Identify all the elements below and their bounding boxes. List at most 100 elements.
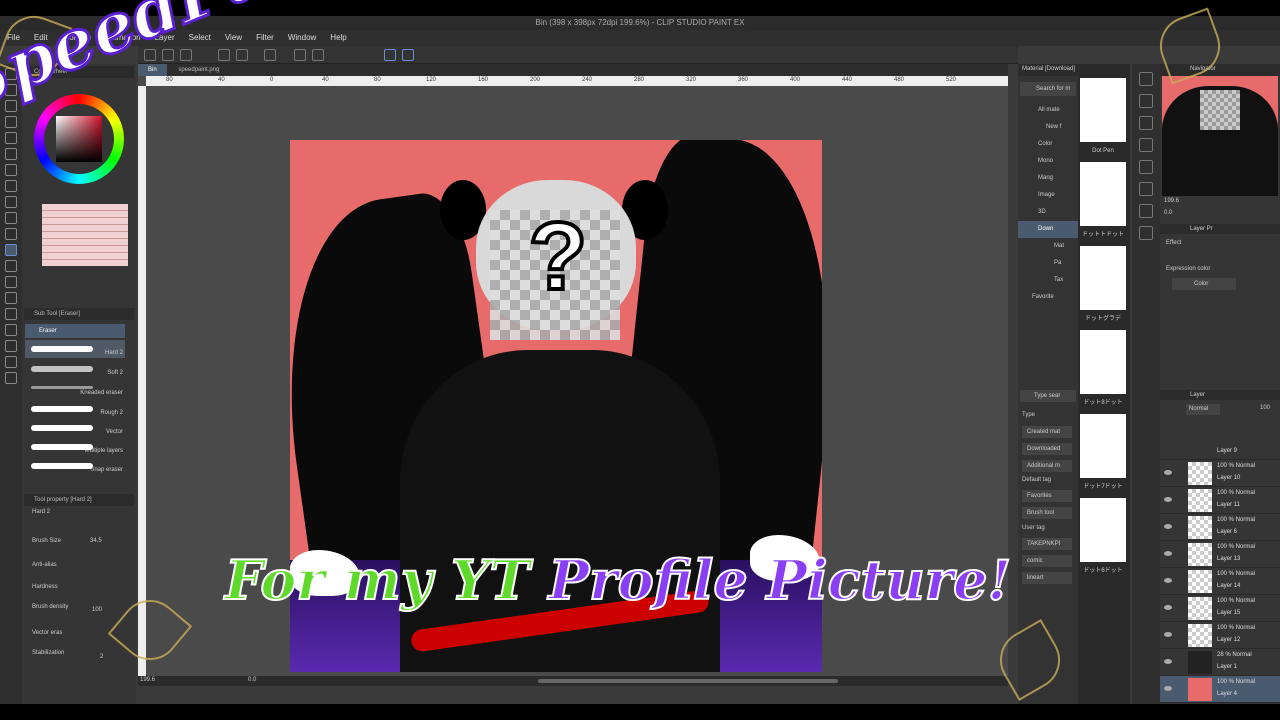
expression-color-label: Expression color xyxy=(1166,266,1211,272)
material-thumb[interactable]: Dot Pen xyxy=(1080,78,1126,154)
layer-row[interactable]: 100 % Normal Layer 12 xyxy=(1160,622,1280,649)
material-tree-item[interactable]: Image xyxy=(1018,187,1078,204)
material-tree-item[interactable]: Favorite xyxy=(1018,289,1078,306)
eye-icon[interactable] xyxy=(1164,632,1172,637)
material-tree-item[interactable]: Down xyxy=(1018,221,1078,238)
material-thumb[interactable]: ドット7ドット xyxy=(1080,414,1126,490)
type-downloaded-button[interactable]: Downloaded xyxy=(1022,443,1072,455)
material-tree-item[interactable]: Tax xyxy=(1018,272,1078,289)
layer-row[interactable]: 28 % Normal Layer 1 xyxy=(1160,649,1280,676)
blend-tool-icon[interactable] xyxy=(5,260,17,272)
material-tree-item[interactable]: Pa xyxy=(1018,255,1078,272)
tag-favorites[interactable]: Favorites xyxy=(1022,490,1072,502)
material-tree-item[interactable]: Color xyxy=(1018,136,1078,153)
subtool-item[interactable]: Vector xyxy=(25,419,125,437)
eye-icon[interactable] xyxy=(1164,686,1172,691)
blend-mode-select[interactable]: Normal xyxy=(1186,404,1220,415)
eye-icon[interactable] xyxy=(1164,605,1172,610)
layer-row[interactable]: 100 % Normal Layer 11 xyxy=(1160,487,1280,514)
panel-toggle-icon[interactable] xyxy=(1139,138,1153,152)
layer-panel-title: Layer xyxy=(1160,390,1280,400)
eye-icon[interactable] xyxy=(1164,659,1172,664)
angle-readout[interactable]: 0.0 xyxy=(248,677,256,683)
text-tool-icon[interactable] xyxy=(5,356,17,368)
eraser-tool-icon[interactable] xyxy=(5,244,17,256)
material-thumb[interactable]: ドット6ドット xyxy=(1080,498,1126,574)
subtool-item[interactable]: Rough 2 xyxy=(25,400,125,418)
type-created-button[interactable]: Created mat xyxy=(1022,426,1072,438)
subtool-item[interactable]: Multiple layers xyxy=(25,438,125,456)
subtool-title: Sub Tool [Eraser] xyxy=(24,308,134,320)
material-thumb[interactable]: ドット8ドット xyxy=(1080,330,1126,406)
frame-tool-icon[interactable] xyxy=(5,324,17,336)
material-thumb[interactable]: ドットトドット xyxy=(1080,162,1126,238)
material-tree-item[interactable]: Mat xyxy=(1018,238,1078,255)
material-tree-item[interactable]: 3D xyxy=(1018,204,1078,221)
navigator-preview[interactable] xyxy=(1162,76,1278,196)
stroke-preview xyxy=(31,463,93,469)
figure-tool-icon[interactable] xyxy=(5,308,17,320)
fill-tool-icon[interactable] xyxy=(5,276,17,288)
material-tree-item[interactable]: Mono xyxy=(1018,153,1078,170)
layer-row[interactable]: 100 % Normal Layer 6 xyxy=(1160,514,1280,541)
panel-toggle-icon[interactable] xyxy=(1139,72,1153,86)
subtool-item[interactable]: Soft 2 xyxy=(25,360,125,378)
navigator-face xyxy=(1200,90,1240,130)
layer-row[interactable]: 100 % Normal Layer 15 xyxy=(1160,595,1280,622)
stroke-preview xyxy=(31,425,93,431)
subtool-item[interactable]: Hard 2 xyxy=(25,340,125,358)
tag-comic[interactable]: comic xyxy=(1022,555,1072,567)
panel-toggle-icon[interactable] xyxy=(1139,116,1153,130)
subtool-group-eraser[interactable]: Eraser xyxy=(25,324,125,338)
panel-toggle-icon[interactable] xyxy=(1139,182,1153,196)
layer-opacity[interactable]: 100 xyxy=(1260,405,1270,411)
horizontal-scrollbar[interactable] xyxy=(538,679,838,683)
panel-toggle-icon[interactable] xyxy=(1139,226,1153,240)
navigator-zoom[interactable]: 199.6 xyxy=(1164,198,1179,204)
layer-thumb xyxy=(1188,489,1212,512)
ruler-tool-icon[interactable] xyxy=(5,340,17,352)
stabilization-value[interactable]: 2 xyxy=(100,654,103,660)
material-thumb[interactable]: ドットグラデ xyxy=(1080,246,1126,322)
layer-name: Layer 12 xyxy=(1217,637,1241,643)
tool-property-title: Tool property [Hard 2] xyxy=(24,494,134,506)
eye-icon[interactable] xyxy=(1164,497,1172,502)
material-tag-search[interactable]: Type sear xyxy=(1020,390,1076,402)
layer-row[interactable]: 100 % Normal Layer 4 xyxy=(1160,676,1280,703)
material-tree-item[interactable]: Mang xyxy=(1018,170,1078,187)
balloon-tool-icon[interactable] xyxy=(5,372,17,384)
material-tree-item[interactable]: New f xyxy=(1018,119,1078,136)
eye-icon[interactable] xyxy=(1164,470,1172,475)
expression-color-select[interactable]: Color xyxy=(1172,278,1236,290)
material-search[interactable]: Search for m xyxy=(1020,82,1076,96)
layer-name: Layer 14 xyxy=(1217,583,1241,589)
brush-size-value[interactable]: 34.5 xyxy=(90,538,102,544)
layer-row[interactable]: 100 % Normal Layer 13 xyxy=(1160,541,1280,568)
navigator-angle[interactable]: 0.0 xyxy=(1164,210,1172,216)
panel-toggle-icon[interactable] xyxy=(1139,204,1153,218)
gradient-tool-icon[interactable] xyxy=(5,292,17,304)
type-additional-button[interactable]: Additional m xyxy=(1022,460,1072,472)
eye-icon[interactable] xyxy=(1164,578,1172,583)
decoration-tool-icon[interactable] xyxy=(5,228,17,240)
layer-row[interactable]: 100 % Normal Layer 10 xyxy=(1160,460,1280,487)
brush-density-value[interactable]: 100 xyxy=(92,607,102,613)
panel-toggle-icon[interactable] xyxy=(1139,160,1153,174)
panel-toggle-icon[interactable] xyxy=(1139,94,1153,108)
anti-alias-label: Anti-alias xyxy=(32,562,57,568)
tag-takepnkpi[interactable]: TAKEPNKPI xyxy=(1022,538,1072,550)
material-tree-item[interactable]: All mate xyxy=(1018,102,1078,119)
subtool-item[interactable]: Snap eraser xyxy=(25,457,125,475)
zoom-readout[interactable]: 199.6 xyxy=(140,677,155,683)
eye-icon[interactable] xyxy=(1164,524,1172,529)
layer-row[interactable]: Layer 9 xyxy=(1160,446,1280,460)
subtool-item[interactable]: Kneaded eraser xyxy=(25,380,125,398)
layer-row[interactable]: 100 % Normal Layer 14 xyxy=(1160,568,1280,595)
eye-icon[interactable] xyxy=(1164,551,1172,556)
stroke-preview xyxy=(31,386,93,389)
layer-mode: 100 % Normal xyxy=(1217,679,1256,685)
stroke-preview xyxy=(31,346,93,352)
thumb-label: ドット8ドット xyxy=(1083,400,1123,406)
tag-lineart[interactable]: lineart xyxy=(1022,572,1072,584)
tag-brush-tool[interactable]: Brush tool xyxy=(1022,507,1072,519)
